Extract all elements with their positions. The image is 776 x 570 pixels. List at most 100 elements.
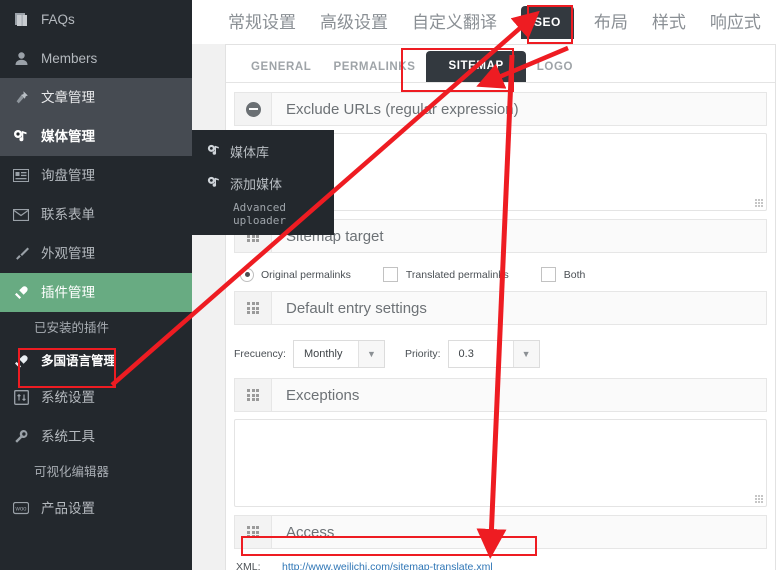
subtab-permalinks[interactable]: PERMALINKS bbox=[322, 61, 426, 82]
xml-sitemap-link[interactable]: http://www.weilichi.com/sitemap-translat… bbox=[282, 561, 493, 570]
sidebar-item-contact-form[interactable]: 联系表单 bbox=[0, 195, 192, 234]
settings-icon bbox=[10, 388, 32, 408]
envelope-icon bbox=[10, 205, 32, 225]
sidebar-item-inquiry[interactable]: 询盘管理 bbox=[0, 156, 192, 195]
tab-general-settings[interactable]: 常规设置 bbox=[228, 14, 296, 31]
sidebar-item-label: 媒体管理 bbox=[41, 128, 95, 144]
access-key: XML: bbox=[236, 561, 261, 570]
frequency-select[interactable]: Monthly ▼ bbox=[292, 340, 385, 368]
option-translated-permalinks[interactable]: Translated permalinks bbox=[382, 267, 509, 282]
option-label: Both bbox=[563, 268, 586, 281]
drag-handle-icon[interactable] bbox=[235, 379, 272, 411]
media-icon bbox=[205, 141, 223, 161]
drag-handle-icon[interactable] bbox=[235, 516, 272, 548]
option-original-permalinks[interactable]: Original permalinks bbox=[240, 267, 351, 282]
user-icon bbox=[10, 49, 32, 69]
chevron-down-icon[interactable]: ▼ bbox=[512, 341, 539, 367]
wrench-icon bbox=[10, 427, 32, 447]
inquiry-icon bbox=[10, 166, 32, 186]
sitemap-target-options: Original permalinks Translated permalink… bbox=[234, 260, 767, 291]
settings-card: GENERAL PERMALINKS SITEMAP LOGO Exclude … bbox=[225, 44, 776, 570]
section-exclude-urls-header[interactable]: Exclude URLs (regular expression) bbox=[234, 92, 767, 126]
top-tab-bar: 常规设置 高级设置 自定义翻译 SEO 布局 样式 响应式 bbox=[192, 0, 776, 44]
section-exceptions-header[interactable]: Exceptions bbox=[234, 378, 767, 412]
sidebar-item-label: 多国语言管理 bbox=[41, 354, 117, 369]
checkbox-both[interactable] bbox=[540, 267, 556, 282]
media-icon bbox=[205, 173, 223, 193]
sidebar-item-label: FAQs bbox=[41, 11, 75, 27]
tab-advanced-settings[interactable]: 高级设置 bbox=[320, 14, 388, 31]
submenu-item-media-library[interactable]: 媒体库 bbox=[192, 135, 334, 167]
resize-grip-icon[interactable] bbox=[755, 199, 763, 207]
sidebar-item-system-settings[interactable]: 系统设置 bbox=[0, 378, 192, 417]
sidebar-item-product-settings[interactable]: woo 产品设置 bbox=[0, 489, 192, 528]
sidebar-item-installed-plugins[interactable]: 已安装的插件 bbox=[0, 312, 192, 345]
sidebar-item-multilanguage[interactable]: 多国语言管理 bbox=[0, 345, 192, 378]
access-row-xml: XML: http://www.weilichi.com/sitemap-tra… bbox=[234, 556, 767, 570]
submenu-item-add-media[interactable]: 添加媒体 bbox=[192, 167, 334, 199]
sidebar-item-label: 已安装的插件 bbox=[34, 321, 110, 336]
sidebar-item-posts[interactable]: 文章管理 bbox=[0, 78, 192, 117]
exceptions-textarea[interactable] bbox=[234, 419, 767, 507]
subtab-general[interactable]: GENERAL bbox=[240, 61, 322, 82]
frequency-value: Monthly bbox=[303, 348, 343, 360]
submenu-item-label: 添加媒体 bbox=[230, 176, 283, 192]
radio-original-permalinks[interactable] bbox=[240, 267, 254, 282]
sidebar-item-appearance[interactable]: 外观管理 bbox=[0, 234, 192, 273]
subtab-sitemap[interactable]: SITEMAP bbox=[426, 51, 526, 82]
checkbox-translated-permalinks[interactable] bbox=[382, 267, 398, 282]
submenu-item-label: 媒体库 bbox=[230, 144, 270, 160]
sidebar-item-faqs[interactable]: FAQs bbox=[0, 0, 192, 39]
circle-minus-icon[interactable] bbox=[235, 93, 272, 125]
sidebar-item-label: 系统工具 bbox=[41, 428, 95, 444]
plug-icon bbox=[10, 352, 32, 372]
app-root: 区域管理 FAQs Members 文章管理 媒体管理 bbox=[0, 0, 776, 570]
section-title: Exclude URLs (regular expression) bbox=[286, 100, 519, 118]
frequency-label: Frecuency: bbox=[234, 348, 286, 360]
sidebar-item-visual-editor[interactable]: 可视化编辑器 bbox=[0, 456, 192, 489]
plug-icon bbox=[10, 283, 32, 303]
main-content: 常规设置 高级设置 自定义翻译 SEO 布局 样式 响应式 GENERAL PE… bbox=[192, 0, 776, 570]
sidebar-item-label: 系统设置 bbox=[41, 389, 95, 405]
default-entry-fields: Frecuency: Monthly ▼ Priority: 0.3 ▼ bbox=[234, 332, 767, 378]
tab-custom-translation[interactable]: 自定义翻译 bbox=[412, 14, 497, 31]
woo-icon: woo bbox=[10, 499, 32, 519]
media-submenu-flyout: 媒体库 添加媒体 Advanced uploader bbox=[192, 130, 334, 235]
sidebar-item-label: 产品设置 bbox=[41, 500, 95, 516]
resize-grip-icon[interactable] bbox=[755, 495, 763, 503]
option-both[interactable]: Both bbox=[540, 267, 586, 282]
tab-responsive[interactable]: 响应式 bbox=[710, 14, 761, 31]
sidebar-item-plugins[interactable]: 插件管理 bbox=[0, 273, 192, 312]
sub-tab-bar: GENERAL PERMALINKS SITEMAP LOGO bbox=[226, 45, 775, 83]
svg-text:woo: woo bbox=[14, 506, 27, 512]
option-label: Original permalinks bbox=[261, 268, 351, 281]
sidebar-item-system-tools[interactable]: 系统工具 bbox=[0, 417, 192, 456]
subtab-logo[interactable]: LOGO bbox=[526, 61, 584, 82]
priority-label: Priority: bbox=[404, 348, 441, 360]
priority-value: 0.3 bbox=[458, 348, 474, 360]
priority-select[interactable]: 0.3 ▼ bbox=[447, 340, 540, 368]
sidebar-item-label: 外观管理 bbox=[41, 245, 95, 261]
sidebar-item-members[interactable]: Members bbox=[0, 39, 192, 78]
sidebar-item-label: 文章管理 bbox=[41, 89, 95, 105]
admin-sidebar: 区域管理 FAQs Members 文章管理 媒体管理 bbox=[0, 0, 192, 570]
tab-layout[interactable]: 布局 bbox=[594, 14, 628, 31]
media-icon bbox=[10, 127, 32, 147]
sidebar-item-label: 联系表单 bbox=[41, 206, 95, 222]
option-label: Translated permalinks bbox=[405, 268, 509, 281]
drag-handle-icon[interactable] bbox=[235, 292, 272, 324]
section-title: Access bbox=[286, 523, 335, 541]
sidebar-item-label: 询盘管理 bbox=[41, 167, 95, 183]
tab-seo[interactable]: SEO bbox=[521, 5, 574, 39]
submenu-item-label: Advanced uploader bbox=[233, 201, 286, 227]
section-access-header[interactable]: Access bbox=[234, 515, 767, 549]
sidebar-item-media[interactable]: 媒体管理 bbox=[0, 117, 192, 156]
chevron-down-icon[interactable]: ▼ bbox=[357, 341, 384, 367]
submenu-item-advanced-uploader[interactable]: Advanced uploader bbox=[192, 199, 334, 229]
section-title: Exceptions bbox=[286, 386, 360, 404]
section-default-entry-header[interactable]: Default entry settings bbox=[234, 291, 767, 325]
sidebar-item-label: 可视化编辑器 bbox=[34, 465, 110, 480]
tab-style[interactable]: 样式 bbox=[652, 14, 686, 31]
brush-icon bbox=[10, 244, 32, 264]
pin-icon bbox=[10, 88, 32, 108]
